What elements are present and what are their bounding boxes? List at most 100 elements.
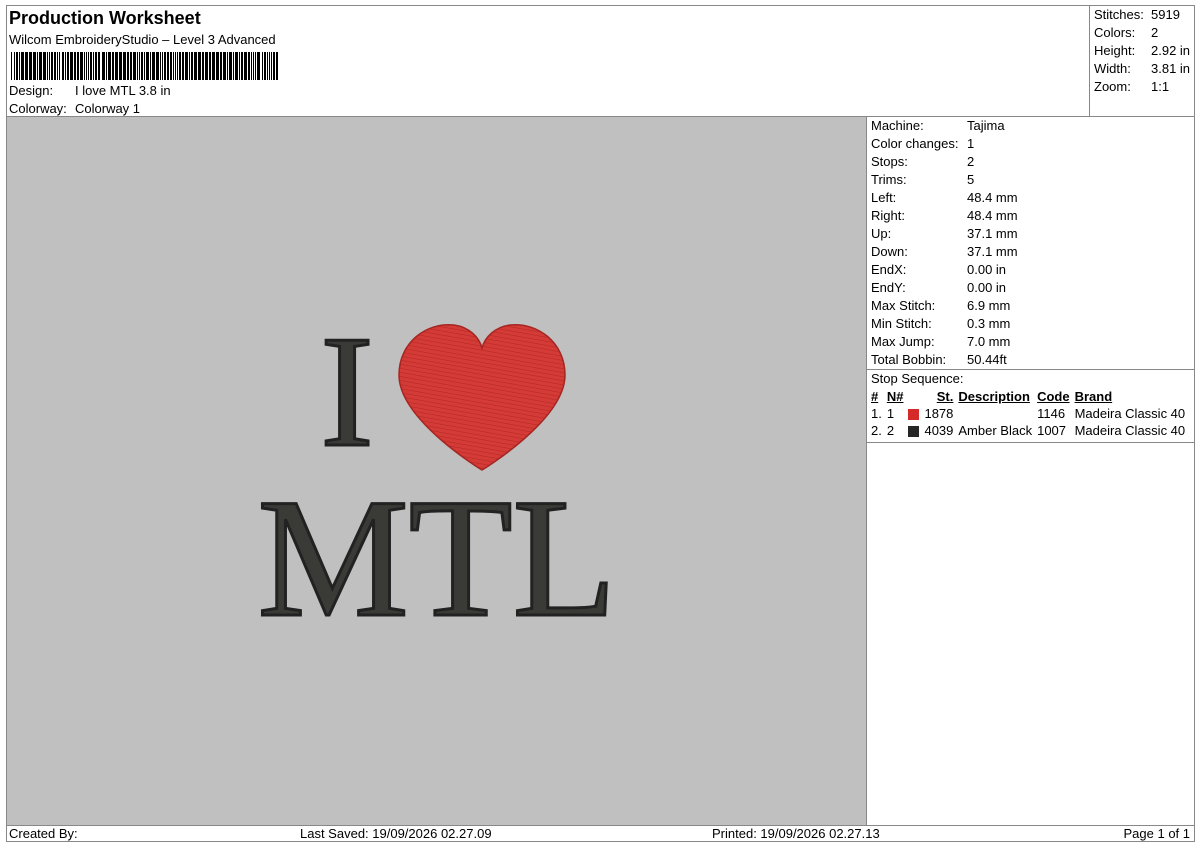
- detail-row: Stops: 2: [867, 153, 1195, 171]
- detail-value: 1: [967, 136, 975, 151]
- detail-label: Max Stitch:: [871, 298, 936, 313]
- detail-value: 48.4 mm: [967, 208, 1018, 223]
- summary-row: Colors: 2: [1090, 24, 1194, 42]
- detail-label: EndY:: [871, 280, 906, 295]
- design-label: Design:: [9, 83, 54, 98]
- stop-sequence-table: # N# St. Description Code Brand 1. 1 1878 1…: [869, 388, 1188, 439]
- summary-row: Width: 3.81 in: [1090, 60, 1194, 78]
- created-by: Created By:: [9, 826, 78, 841]
- stop-sequence-title: Stop Sequence:: [871, 371, 964, 386]
- page-number: Page 1 of 1: [1123, 826, 1191, 841]
- col-swatch: [906, 388, 922, 405]
- color-swatch: [906, 422, 922, 439]
- summary-label: Colors:: [1094, 25, 1136, 40]
- detail-row: EndY: 0.00 in: [867, 279, 1195, 297]
- row-description: [956, 405, 1035, 422]
- detail-row: Max Jump: 7.0 mm: [867, 333, 1195, 351]
- summary-row: Zoom: 1:1: [1090, 78, 1194, 96]
- summary-value: 1:1: [1151, 79, 1170, 94]
- footer-bar: Created By: Last Saved: 19/09/2026 02.27…: [6, 826, 1195, 842]
- summary-label: Zoom:: [1094, 79, 1131, 94]
- design-row: Design: I love MTL 3.8 in: [9, 83, 171, 98]
- detail-label: Machine:: [871, 118, 924, 133]
- detail-row: Total Bobbin: 50.44ft: [867, 351, 1195, 369]
- row-num: 2.: [871, 423, 882, 438]
- colorway-row: Colorway: Colorway 1: [9, 101, 140, 116]
- row-stitches: 4039: [924, 423, 954, 438]
- detail-value: 0.00 in: [967, 280, 1007, 295]
- row-code: 1007: [1037, 423, 1067, 438]
- table-row: 1. 1 1878 1146 Madeira Classic 40: [869, 405, 1188, 422]
- detail-value: 6.9 mm: [967, 298, 1011, 313]
- software-name: Wilcom EmbroideryStudio – Level 3 Advanc…: [9, 32, 276, 47]
- design-canvas: I MTL: [7, 117, 867, 825]
- detail-value: 5: [967, 172, 975, 187]
- detail-value: 37.1 mm: [967, 244, 1018, 259]
- detail-row: Down: 37.1 mm: [867, 243, 1195, 261]
- colorway-value: Colorway 1: [75, 101, 141, 116]
- row-needle: 2: [886, 423, 895, 438]
- detail-label: Up:: [871, 226, 892, 241]
- col-description: Description: [958, 389, 1030, 404]
- row-brand: Madeira Classic 40: [1074, 406, 1186, 421]
- design-value: I love MTL 3.8 in: [75, 83, 171, 98]
- main-panel: I MTL Machine: Tajima Color changes: 1 Stops…: [6, 117, 1195, 826]
- row-code: 1146: [1037, 406, 1066, 421]
- summary-value: 2: [1151, 25, 1159, 40]
- detail-value: 50.44ft: [967, 352, 1007, 367]
- summary-panel: Stitches: 5919 Colors: 2 Height: 2.92 in Width…: [1090, 5, 1195, 117]
- table-header-row: # N# St. Description Code Brand: [869, 388, 1188, 405]
- detail-label: Stops:: [871, 154, 908, 169]
- detail-value: 37.1 mm: [967, 226, 1018, 241]
- detail-label: EndX:: [871, 262, 907, 277]
- detail-label: Down:: [871, 244, 908, 259]
- col-code: Code: [1037, 389, 1070, 404]
- colorway-label: Colorway:: [9, 101, 67, 116]
- machine-details: Machine: Tajima Color changes: 1 Stops: 2 Trim…: [867, 117, 1195, 369]
- row-num: 1.: [871, 406, 882, 421]
- table-row: 2. 2 4039 Amber Black 1007 Madeira Classic 40: [869, 422, 1188, 439]
- production-worksheet: Production Worksheet Wilcom EmbroiderySt…: [0, 0, 1200, 848]
- detail-row: Min Stitch: 0.3 mm: [867, 315, 1195, 333]
- detail-row: Up: 37.1 mm: [867, 225, 1195, 243]
- color-swatch: [906, 405, 922, 422]
- summary-value: 2.92 in: [1151, 43, 1191, 58]
- last-saved: Last Saved: 19/09/2026 02.27.09: [300, 826, 492, 841]
- detail-label: Right:: [871, 208, 905, 223]
- design-text-i: I: [320, 302, 373, 480]
- detail-value: 48.4 mm: [967, 190, 1018, 205]
- detail-row: Max Stitch: 6.9 mm: [867, 297, 1195, 315]
- design-preview: I MTL: [256, 301, 618, 654]
- row-brand: Madeira Classic 40: [1074, 423, 1186, 438]
- design-text-mtl: MTL: [258, 464, 617, 652]
- row-description: Amber Black: [958, 423, 1033, 438]
- details-panel: Machine: Tajima Color changes: 1 Stops: 2 Trim…: [867, 117, 1195, 443]
- col-needle: N#: [886, 389, 904, 404]
- col-stitches: St.: [936, 389, 954, 404]
- col-brand: Brand: [1074, 389, 1113, 404]
- row-needle: 1: [886, 406, 895, 421]
- summary-row: Height: 2.92 in: [1090, 42, 1194, 60]
- barcode-image: [11, 52, 278, 80]
- detail-value: 2: [967, 154, 975, 169]
- summary-label: Width:: [1094, 61, 1131, 76]
- summary-row: Stitches: 5919: [1090, 6, 1194, 24]
- detail-row: Left: 48.4 mm: [867, 189, 1195, 207]
- detail-row: Machine: Tajima: [867, 117, 1195, 135]
- detail-label: Trims:: [871, 172, 907, 187]
- detail-label: Left:: [871, 190, 897, 205]
- row-stitches: 1878: [924, 406, 954, 421]
- printed-date: Printed: 19/09/2026 02.27.13: [712, 826, 880, 841]
- detail-label: Max Jump:: [871, 334, 935, 349]
- detail-value: 0.00 in: [967, 262, 1007, 277]
- detail-label: Color changes:: [871, 136, 959, 151]
- header-panel: Production Worksheet Wilcom EmbroiderySt…: [6, 5, 1090, 117]
- detail-row: Trims: 5: [867, 171, 1195, 189]
- detail-value: 0.3 mm: [967, 316, 1011, 331]
- col-num: #: [871, 389, 879, 404]
- page-title: Production Worksheet: [9, 8, 201, 28]
- summary-value: 3.81 in: [1151, 61, 1191, 76]
- summary-label: Stitches:: [1094, 7, 1144, 22]
- detail-label: Total Bobbin:: [871, 352, 947, 367]
- detail-label: Min Stitch:: [871, 316, 932, 331]
